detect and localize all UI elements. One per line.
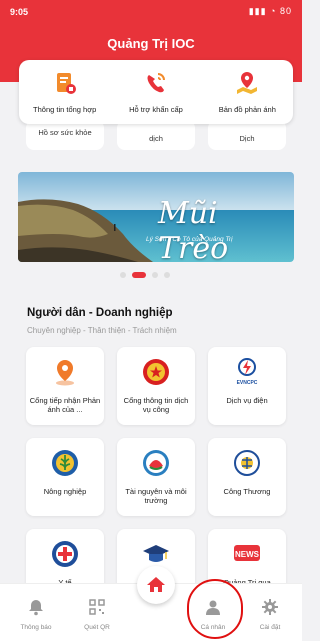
quick-action-label: Hỗ trợ khẩn cấp (129, 105, 183, 114)
banner-subtitle: Lý Sơn - Cô Tô của Quảng Trị (146, 236, 233, 243)
nav-settings[interactable]: Cài đặt (240, 584, 300, 631)
service-tile-public-services[interactable]: Cổng thông tin dịch vụ công (117, 347, 195, 425)
peek-item[interactable]: Dịch (208, 120, 286, 150)
nav-notifications[interactable]: Thông báo (6, 584, 66, 631)
service-tile-electricity[interactable]: EVNCPC Dịch vụ điện (208, 347, 286, 425)
service-label: Cổng tiếp nhận Phản ánh của ... (29, 396, 101, 414)
service-label: Tài nguyên và môi trường (125, 487, 187, 505)
battery-level: 80 (279, 6, 292, 16)
gear-icon (262, 599, 278, 615)
quick-action-map[interactable]: Bản đồ phản ánh (202, 60, 293, 124)
status-bar: 9:05 ▮▮▮ ◔ 80 (0, 0, 302, 24)
phone-alert-icon (147, 73, 165, 93)
qr-icon (89, 599, 105, 615)
home-button[interactable] (137, 566, 175, 604)
quick-action-emergency[interactable]: Hỗ trợ khẩn cấp (110, 60, 201, 124)
app-title: Quảng Trị IOC (107, 36, 195, 51)
promo-banner[interactable]: Mũi Trèo Lý Sơn - Cô Tô của Quảng Trị (18, 172, 294, 262)
education-icon (143, 545, 169, 562)
health-icon (52, 541, 78, 567)
agriculture-icon (52, 450, 78, 476)
carousel-dot[interactable] (152, 272, 158, 278)
service-tile-agriculture[interactable]: Nông nghiệp (26, 438, 104, 516)
map-pin-icon (237, 72, 258, 94)
document-chart-icon (56, 73, 76, 94)
news-logo-text: NEWS (235, 550, 260, 559)
peek-item[interactable]: dịch (117, 120, 195, 150)
peek-item-label: Hồ sơ sức khỏe (38, 128, 92, 137)
evn-logo-icon: EVNCPC (237, 358, 258, 386)
quick-action-summary[interactable]: Thông tin tổng hợp (19, 60, 110, 124)
service-tile-environment[interactable]: Tài nguyên và môi trường (117, 438, 195, 516)
quick-action-label: Thông tin tổng hợp (33, 105, 97, 114)
section-subtitle: Chuyên nghiệp - Thân thiện - Trách nhiệm (27, 326, 177, 335)
location-pin-icon (56, 360, 74, 386)
section-title: Người dân - Doanh nghiệp (27, 307, 173, 319)
nav-label: Quét QR (84, 624, 110, 631)
status-time: 9:05 (10, 7, 29, 17)
service-tile-feedback[interactable]: Cổng tiếp nhận Phản ánh của ... (26, 347, 104, 425)
service-label: Nông nghiệp (43, 487, 87, 496)
peek-item-label: dịch (149, 134, 163, 143)
service-label: Công Thương (223, 487, 271, 496)
home-icon (147, 577, 165, 592)
carousel-dot-active[interactable] (132, 272, 146, 278)
environment-icon (143, 450, 169, 476)
status-icons: ▮▮▮ ◔ 80 (248, 6, 292, 16)
bell-icon (29, 600, 43, 616)
service-label: Cổng thông tin dịch vụ công (123, 396, 189, 414)
nav-scan-qr[interactable]: Quét QR (67, 584, 127, 631)
evn-logo-text: EVNCPC (237, 380, 258, 386)
carousel-dot[interactable] (164, 272, 170, 278)
banner-title: Mũi Trèo (158, 196, 229, 262)
nav-label: Cài đặt (259, 624, 281, 631)
nav-label: Thông báo (20, 624, 52, 631)
peek-item[interactable]: Hồ sơ sức khỏe (26, 120, 104, 150)
peek-item-label: Dịch (239, 134, 255, 143)
quick-actions-card: Thông tin tổng hợp Hỗ trợ khẩn cấp Bản đ… (19, 60, 293, 124)
service-tile-industry-trade[interactable]: Công Thương (208, 438, 286, 516)
service-label: Dịch vụ điện (226, 396, 268, 405)
industry-trade-icon (234, 450, 260, 476)
quick-action-label: Bản đồ phản ánh (218, 105, 276, 114)
emblem-icon (143, 359, 169, 385)
highlight-ring (187, 579, 243, 639)
news-icon: NEWS (234, 545, 260, 561)
carousel-dot[interactable] (120, 272, 126, 278)
